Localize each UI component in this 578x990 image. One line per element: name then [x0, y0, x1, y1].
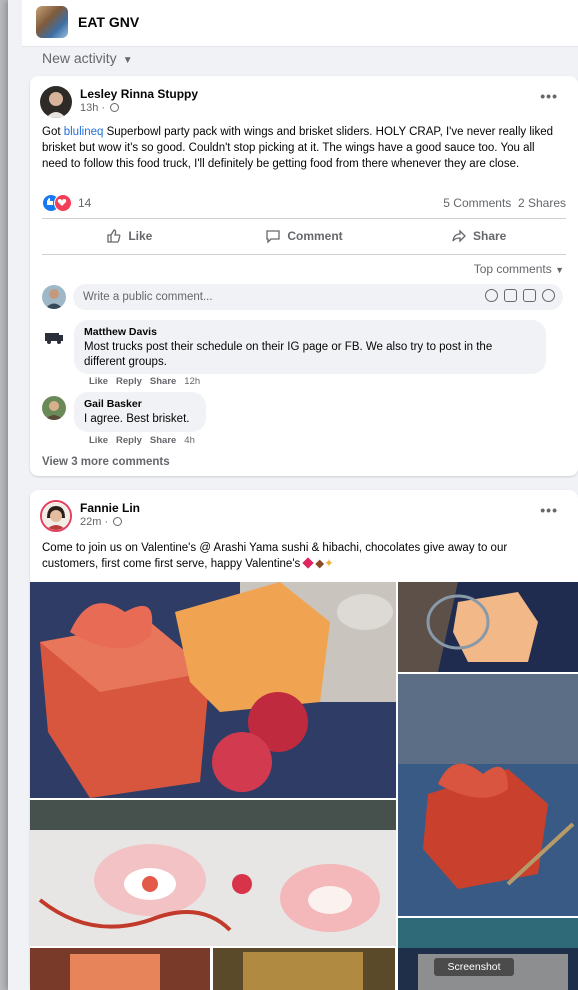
comment-actions: Like Reply Share 12h	[89, 376, 208, 387]
sticker-icon[interactable]	[542, 289, 555, 302]
comment-share-button[interactable]: Share	[150, 376, 176, 387]
post-photo[interactable]	[398, 674, 578, 916]
comment-bubble: Gail Basker I agree. Best brisket.	[74, 392, 206, 432]
reaction-count: 14	[78, 196, 92, 210]
post-actions: Like Comment Share	[42, 226, 566, 246]
post-photo[interactable]	[30, 948, 210, 990]
post-photo[interactable]	[398, 918, 578, 990]
post-text: Got blulineq Superbowl party pack with w…	[42, 126, 554, 170]
box-table-photo	[398, 582, 578, 672]
group-header: EAT GNV	[22, 0, 578, 47]
comment-reply-button[interactable]: Reply	[116, 376, 142, 387]
view-more-comments-link[interactable]: View 3 more comments	[42, 456, 170, 468]
post-photo[interactable]	[398, 582, 578, 672]
post-card: Fannie Lin 22m · ••• Come to join us on …	[30, 490, 578, 990]
post-card: Lesley Rinna Stuppy 13h · ••• Got blulin…	[30, 76, 578, 476]
screenshot-tooltip: Screenshot	[434, 958, 514, 976]
comment-text: Most trucks post their schedule on their…	[84, 341, 493, 368]
comment-like-button[interactable]: Like	[89, 376, 108, 387]
shares-count[interactable]: 2 Shares	[518, 196, 566, 210]
globe-icon	[110, 103, 120, 112]
comment-time[interactable]: 12h	[184, 376, 200, 387]
comment-label: Comment	[287, 229, 343, 243]
valentine-boxes-photo	[30, 582, 396, 798]
feed-sort-label: New activity	[42, 50, 117, 66]
post-body-text: Come to join us on Valentine's @ Arashi …	[42, 542, 508, 570]
post-photo[interactable]	[30, 800, 396, 946]
post-meta: 22m ·	[80, 516, 123, 528]
comment-button[interactable]: Comment	[217, 226, 392, 246]
current-user-avatar[interactable]	[42, 285, 66, 309]
globe-icon	[113, 517, 123, 526]
comment-icon	[266, 230, 280, 244]
emoji-icon[interactable]	[485, 289, 498, 302]
comment-sort-dropdown[interactable]: Top comments ▼	[474, 262, 564, 276]
love-reaction-icon	[54, 194, 72, 212]
comment-time[interactable]: 4h	[184, 435, 195, 446]
commenter-avatar[interactable]	[42, 396, 66, 420]
chocolate-emoji-icon: ◆	[315, 558, 325, 570]
caret-down-icon: ▼	[122, 55, 133, 66]
more-options-icon[interactable]: •••	[540, 502, 558, 518]
post-author-name[interactable]: Fannie Lin	[80, 501, 140, 515]
post-photo[interactable]	[213, 948, 395, 990]
thumbs-up-icon	[107, 229, 121, 243]
red-box-photo	[398, 674, 578, 916]
comment-like-button[interactable]: Like	[89, 435, 108, 446]
photo-thumbnail	[30, 948, 210, 990]
sushi-plate-photo	[30, 800, 396, 946]
photo-thumbnail	[213, 948, 395, 990]
comment-input-placeholder: Write a public comment...	[83, 291, 213, 303]
avatar-image	[42, 502, 70, 530]
comment-text: I agree. Best brisket.	[84, 413, 190, 425]
caret-down-icon: ▼	[555, 265, 564, 275]
divider	[42, 254, 566, 255]
post-time[interactable]: 22m	[80, 516, 101, 528]
author-avatar[interactable]	[40, 86, 72, 118]
author-avatar[interactable]	[40, 500, 72, 532]
comment-reply-button[interactable]: Reply	[116, 435, 142, 446]
gif-icon[interactable]	[523, 289, 536, 302]
like-button[interactable]: Like	[42, 226, 217, 246]
post-photo[interactable]	[30, 582, 396, 798]
share-icon	[452, 229, 466, 243]
more-options-icon[interactable]: •••	[540, 88, 558, 104]
comment-bubble: Matthew Davis Most trucks post their sch…	[74, 320, 546, 374]
feed-sort-dropdown[interactable]: New activity ▼	[42, 50, 133, 66]
sparkle-emoji-icon: ✦	[324, 558, 334, 570]
comment-input[interactable]: Write a public comment...	[73, 284, 563, 310]
mention-link[interactable]: blulineq	[64, 126, 104, 138]
post-author-name[interactable]: Lesley Rinna Stuppy	[80, 87, 198, 101]
commenter-name[interactable]: Gail Basker	[84, 398, 196, 410]
commenter-avatar[interactable]	[42, 324, 66, 348]
photo-thumbnail	[398, 918, 578, 990]
avatar-image	[40, 86, 72, 118]
group-thumbnail[interactable]	[36, 6, 68, 38]
comment-sort-label: Top comments	[473, 262, 552, 276]
comment-input-tools	[485, 289, 555, 302]
comment-actions: Like Reply Share 4h	[89, 435, 203, 446]
commenter-name[interactable]: Matthew Davis	[84, 326, 536, 338]
divider	[42, 218, 566, 219]
camera-icon[interactable]	[504, 289, 517, 302]
post-time[interactable]: 13h	[80, 102, 98, 114]
engagement-counts: 5 Comments 2 Shares	[443, 196, 566, 210]
comment-share-button[interactable]: Share	[150, 435, 176, 446]
share-button[interactable]: Share	[391, 226, 566, 246]
post-body-text: Superbowl party pack with wings and bris…	[42, 126, 554, 170]
like-label: Like	[128, 229, 153, 243]
heart-emoji-icon	[302, 557, 314, 569]
share-label: Share	[473, 229, 507, 243]
comments-count[interactable]: 5 Comments	[443, 196, 511, 210]
post-text: Come to join us on Valentine's @ Arashi …	[42, 540, 562, 572]
post-meta: 13h ·	[80, 102, 120, 114]
group-name[interactable]: EAT GNV	[78, 14, 139, 30]
